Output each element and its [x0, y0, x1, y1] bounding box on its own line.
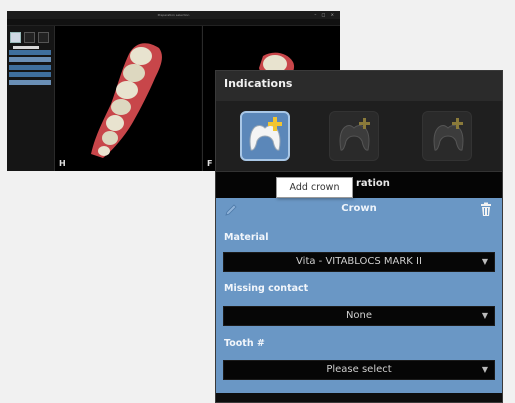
trash-icon[interactable]	[480, 202, 492, 217]
add-crown-tooltip: Add crown	[276, 177, 353, 198]
app-title: Preparation selection	[157, 13, 190, 17]
chevron-down-icon: ▼	[481, 365, 488, 374]
sidebar-row[interactable]	[9, 57, 51, 62]
select-tool-icon[interactable]	[10, 32, 21, 43]
chevron-down-icon: ▼	[481, 311, 488, 320]
tooth-number-label: Tooth #	[224, 338, 265, 349]
sidebar-row[interactable]	[9, 72, 51, 77]
sidebar-row[interactable]	[9, 50, 51, 55]
missing-contact-label: Missing contact	[224, 283, 309, 294]
material-value: Vita - VITABLOCS MARK II	[296, 256, 422, 267]
add-veneer-button[interactable]	[422, 111, 472, 161]
app-titlebar: Preparation selection – □ ×	[7, 11, 340, 19]
left-3d-viewport[interactable]: H	[55, 26, 201, 171]
inlay-icon	[339, 118, 370, 151]
window-controls[interactable]: – □ ×	[314, 11, 336, 19]
material-label: Material	[224, 232, 269, 243]
chevron-down-icon: ▼	[481, 257, 488, 266]
crown-icon	[249, 117, 282, 151]
app-menu-bar	[7, 19, 340, 26]
missing-contact-value: None	[345, 310, 373, 321]
tooth-number-select[interactable]: Please select ▼	[223, 360, 495, 380]
material-select[interactable]: Vita - VITABLOCS MARK II ▼	[223, 252, 495, 272]
veneer-icon	[433, 118, 464, 151]
sidebar-tab[interactable]	[13, 46, 39, 49]
missing-contact-select[interactable]: None ▼	[223, 306, 495, 326]
settings-tool-icon[interactable]	[38, 32, 49, 43]
dental-arch-model	[91, 43, 162, 159]
view-tool-icon[interactable]	[24, 32, 35, 43]
sidebar-row[interactable]	[9, 80, 51, 85]
crown-title: Crown	[341, 203, 377, 214]
tooth-number-value: Please select	[326, 364, 392, 375]
panel-title: Indications	[224, 77, 293, 90]
right-view-letter: F	[207, 159, 213, 168]
tab-restoration-label: ration	[356, 178, 390, 189]
add-crown-button[interactable]	[240, 111, 290, 161]
left-view-letter: H	[59, 159, 66, 168]
panel-header: Indications	[216, 71, 502, 101]
app-sidebar	[7, 26, 55, 171]
add-inlay-button[interactable]	[329, 111, 379, 161]
indication-buttons	[216, 101, 502, 171]
panel-footer	[216, 393, 502, 402]
restoration-tab-bar[interactable]: ration	[216, 171, 502, 198]
indications-panel: Indications ration Crown Material Vita -…	[215, 70, 503, 403]
crown-form-header: Crown	[216, 198, 502, 222]
sidebar-row[interactable]	[9, 65, 51, 70]
crown-form: Crown Material Vita - VITABLOCS MARK II …	[216, 198, 502, 393]
